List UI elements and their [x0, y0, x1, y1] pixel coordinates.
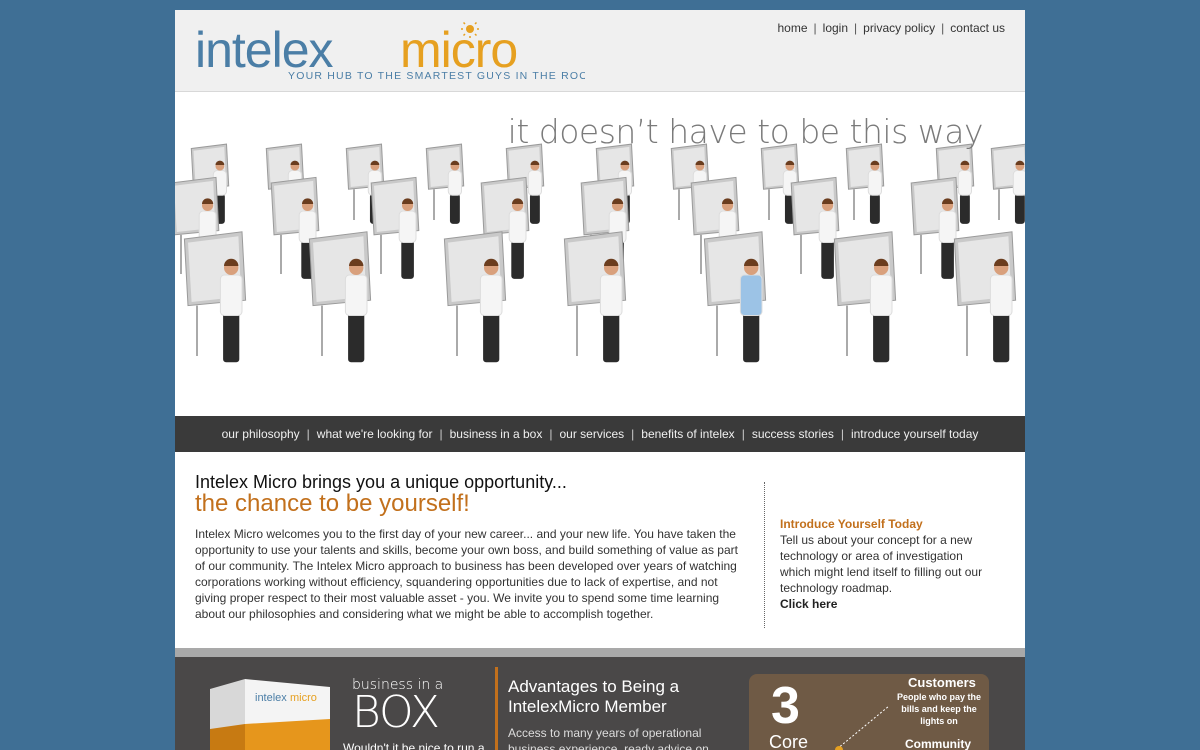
- page: intelex micro YOUR HUB TO THE SMARTEST G…: [175, 10, 1025, 750]
- advantages-title: Advantages to Being a IntelexMicro Membe…: [508, 677, 680, 716]
- nav-success-stories[interactable]: success stories: [752, 427, 834, 441]
- customers-title: Customers: [908, 675, 976, 690]
- top-nav-home[interactable]: home: [778, 21, 808, 35]
- core-number: 3: [771, 677, 800, 735]
- nav-our-philosophy[interactable]: our philosophy: [222, 427, 300, 441]
- intelexmicro-logo[interactable]: intelex micro YOUR HUB TO THE SMARTEST G…: [195, 22, 585, 82]
- top-nav: home | login | privacy policy | contact us: [778, 21, 1006, 35]
- box-label: BOX: [352, 687, 440, 738]
- nav-business-in-a-box[interactable]: business in a box: [450, 427, 543, 441]
- nav-separator: |: [306, 427, 310, 441]
- page-subheadline: the chance to be yourself!: [195, 490, 470, 517]
- logo-tagline: YOUR HUB TO THE SMARTEST GUYS IN THE ROO…: [288, 70, 585, 82]
- hero-banner: it doesn’t have to be this way: [175, 92, 1025, 416]
- nav-separator: |: [439, 427, 443, 441]
- vertical-divider: [764, 482, 765, 628]
- site-header: intelex micro YOUR HUB TO THE SMARTEST G…: [175, 10, 1025, 92]
- hero-tagline: it doesn’t have to be this way: [507, 112, 984, 151]
- nav-what-were-looking-for[interactable]: what we're looking for: [317, 427, 433, 441]
- box-logo-intelex: intelex: [255, 692, 287, 704]
- click-here-link[interactable]: Click here: [780, 596, 837, 612]
- introduce-yourself-panel: Introduce Yourself Today Tell us about y…: [780, 516, 995, 612]
- nav-our-services[interactable]: our services: [559, 427, 624, 441]
- nav-separator: |: [549, 427, 553, 441]
- main-nav: our philosophy | what we're looking for | …: [175, 416, 1025, 452]
- customers-text: People who pay the bills and keep the li…: [897, 692, 982, 726]
- top-nav-privacy-policy[interactable]: privacy policy: [863, 21, 935, 35]
- community-title: Community: [905, 737, 971, 750]
- orange-divider: [495, 667, 498, 750]
- main-content: Intelex Micro brings you a unique opport…: [175, 452, 1025, 648]
- top-nav-contact-us[interactable]: contact us: [950, 21, 1005, 35]
- nav-separator: |: [941, 21, 945, 35]
- nav-benefits-of-intelex[interactable]: benefits of intelex: [641, 427, 734, 441]
- nav-separator: |: [813, 21, 817, 35]
- advantages-text: Access to many years of operational busi…: [508, 726, 709, 750]
- three-core-graphic[interactable]: 3 Core Customers People who pay the bill…: [749, 674, 989, 750]
- core-label: Core: [769, 732, 809, 750]
- business-in-a-box-image[interactable]: intelex micro: [205, 679, 335, 750]
- nav-separator: |: [854, 21, 858, 35]
- nav-separator: |: [840, 427, 844, 441]
- panel-title: Introduce Yourself Today: [780, 517, 923, 531]
- top-nav-login[interactable]: login: [823, 21, 848, 35]
- nav-separator: |: [631, 427, 635, 441]
- nav-separator: |: [741, 427, 745, 441]
- panel-text: Tell us about your concept for a new tec…: [780, 533, 983, 595]
- intro-paragraph: Intelex Micro welcomes you to the first …: [195, 527, 738, 621]
- box-teaser-text: Wouldn't it be nice to run a: [343, 741, 485, 750]
- box-logo-micro: micro: [290, 692, 317, 704]
- divider-bar: [175, 648, 1025, 657]
- nav-introduce-yourself-today[interactable]: introduce yourself today: [851, 427, 978, 441]
- feature-band: intelex micro business in a BOX Wouldn't…: [175, 657, 1025, 750]
